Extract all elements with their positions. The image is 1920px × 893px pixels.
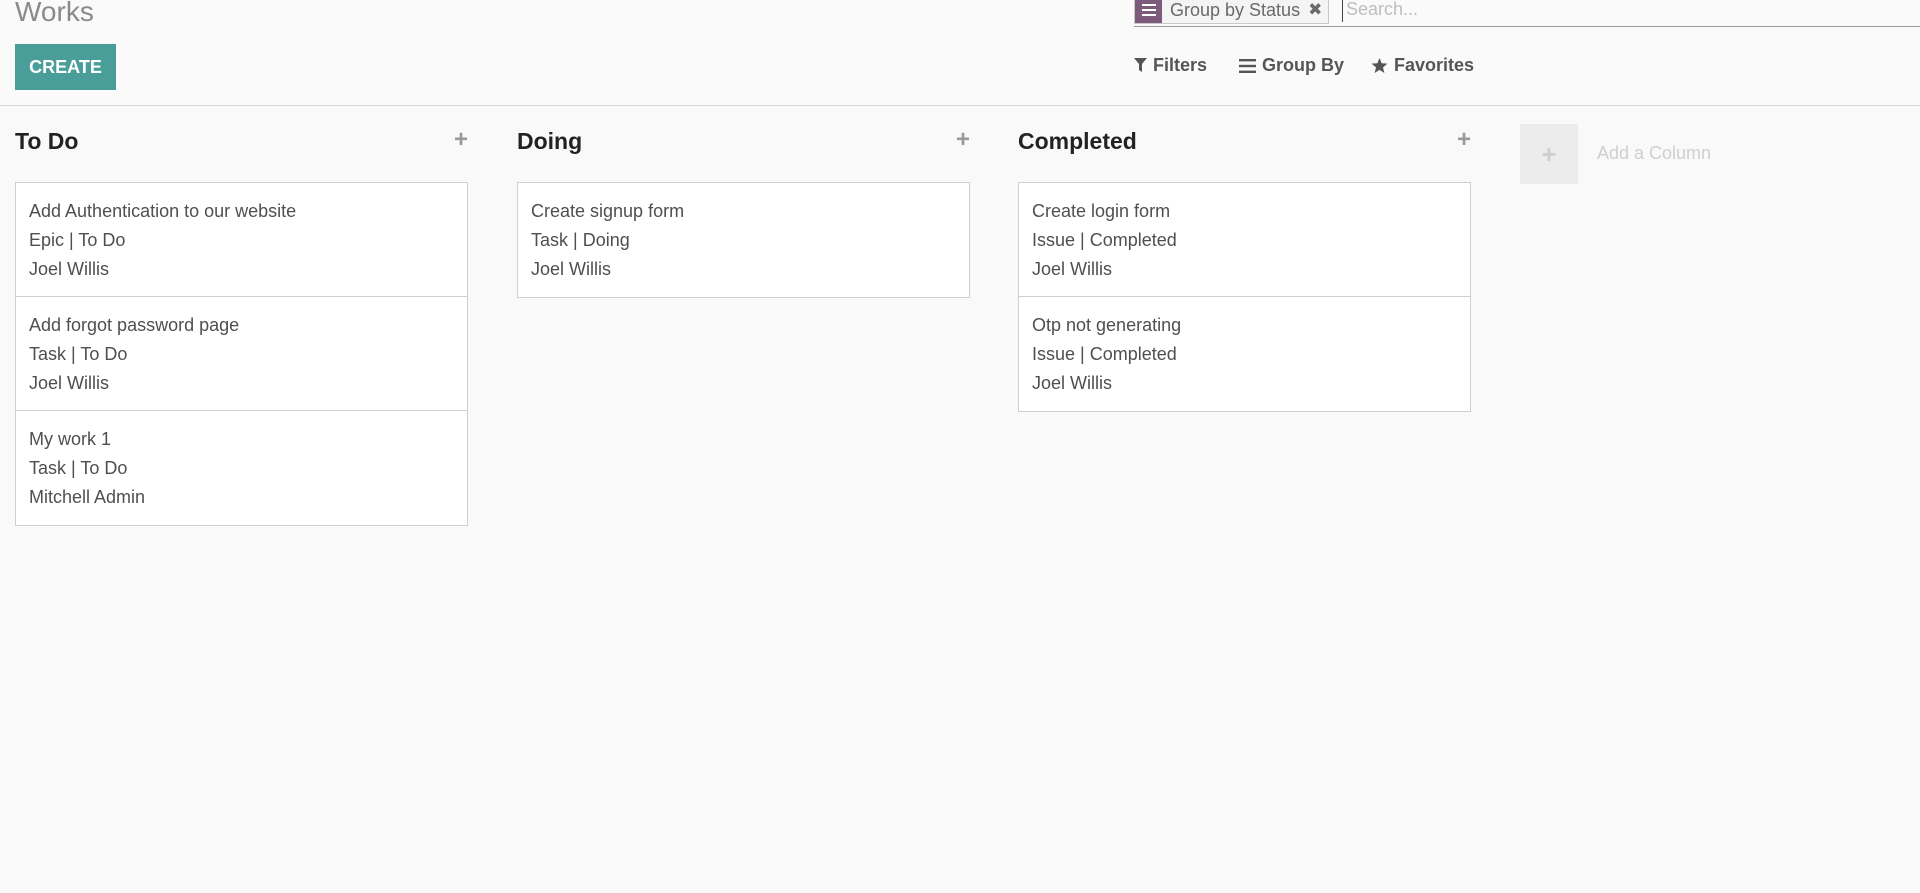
column-header: Completed + <box>1018 128 1471 160</box>
card-name: Add Authentication to our website <box>29 201 297 221</box>
card-assignee: Joel Willis <box>1032 373 1113 393</box>
favorites-label: Favorites <box>1394 55 1475 75</box>
card-meta: Task | To Do <box>29 458 128 478</box>
kanban-column-completed: Completed + Create login form Issue | Co… <box>1018 128 1471 412</box>
card-meta: Task | Doing <box>531 230 630 250</box>
group-by-button[interactable]: Group By <box>1239 55 1344 76</box>
card-name: My work 1 <box>29 429 112 449</box>
kanban-card[interactable]: Add Authentication to our website Epic |… <box>16 183 467 297</box>
control-panel: Works CREATE Group by Status ✖ Filters G… <box>0 0 1920 106</box>
kanban-card[interactable]: Add forgot password page Task | To Do Jo… <box>16 297 467 411</box>
kanban-card[interactable]: Create signup form Task | Doing Joel Wil… <box>518 183 969 297</box>
card-list: Create signup form Task | Doing Joel Wil… <box>517 182 970 298</box>
column-title: Completed <box>1018 128 1137 154</box>
column-title: Doing <box>517 128 583 154</box>
search-facet-group-by-status: Group by Status ✖ <box>1134 0 1330 24</box>
filters-button[interactable]: Filters <box>1134 55 1207 76</box>
card-meta: Issue | Completed <box>1032 344 1177 364</box>
kanban-card[interactable]: Otp not generating Issue | Completed Joe… <box>1019 297 1470 411</box>
card-name: Create login form <box>1032 201 1171 221</box>
filter-icon <box>1134 58 1147 73</box>
card-assignee: Joel Willis <box>531 259 612 279</box>
column-header: Doing + <box>517 128 970 160</box>
add-column-button[interactable]: + <box>1520 124 1578 184</box>
card-assignee: Joel Willis <box>29 373 110 393</box>
kanban-column-todo: To Do + Add Authentication to our websit… <box>15 128 468 526</box>
card-name: Add forgot password page <box>29 315 240 335</box>
quick-create-icon[interactable]: + <box>1457 128 1471 152</box>
card-assignee: Mitchell Admin <box>29 487 146 507</box>
filters-label: Filters <box>1153 55 1208 75</box>
favorites-button[interactable]: Favorites <box>1371 55 1474 76</box>
group-by-icon <box>1135 0 1162 23</box>
card-meta: Epic | To Do <box>29 230 126 250</box>
card-assignee: Joel Willis <box>1032 259 1113 279</box>
facet-remove-icon[interactable]: ✖ <box>1306 0 1328 23</box>
column-header: To Do + <box>15 128 468 160</box>
page-title: Works <box>15 0 94 27</box>
add-column-label[interactable]: Add a Column <box>1597 143 1711 164</box>
kanban-column-doing: Doing + Create signup form Task | Doing … <box>517 128 970 298</box>
card-name: Otp not generating <box>1032 315 1182 335</box>
quick-create-icon[interactable]: + <box>454 128 468 152</box>
card-list: Add Authentication to our website Epic |… <box>15 182 468 526</box>
card-list: Create login form Issue | Completed Joel… <box>1018 182 1471 412</box>
star-icon <box>1371 57 1388 74</box>
group-by-label: Group By <box>1262 55 1345 75</box>
create-button[interactable]: CREATE <box>15 44 116 90</box>
quick-create-icon[interactable]: + <box>956 128 970 152</box>
card-meta: Issue | Completed <box>1032 230 1177 250</box>
facet-label: Group by Status <box>1170 0 1301 20</box>
search-bar: Group by Status ✖ <box>1134 0 1920 27</box>
list-icon <box>1239 58 1256 73</box>
card-name: Create signup form <box>531 201 685 221</box>
card-assignee: Joel Willis <box>29 259 110 279</box>
search-input[interactable] <box>1342 0 1902 22</box>
card-meta: Task | To Do <box>29 344 128 364</box>
column-title: To Do <box>15 128 79 154</box>
kanban-card[interactable]: My work 1 Task | To Do Mitchell Admin <box>16 411 467 525</box>
kanban-card[interactable]: Create login form Issue | Completed Joel… <box>1019 183 1470 297</box>
